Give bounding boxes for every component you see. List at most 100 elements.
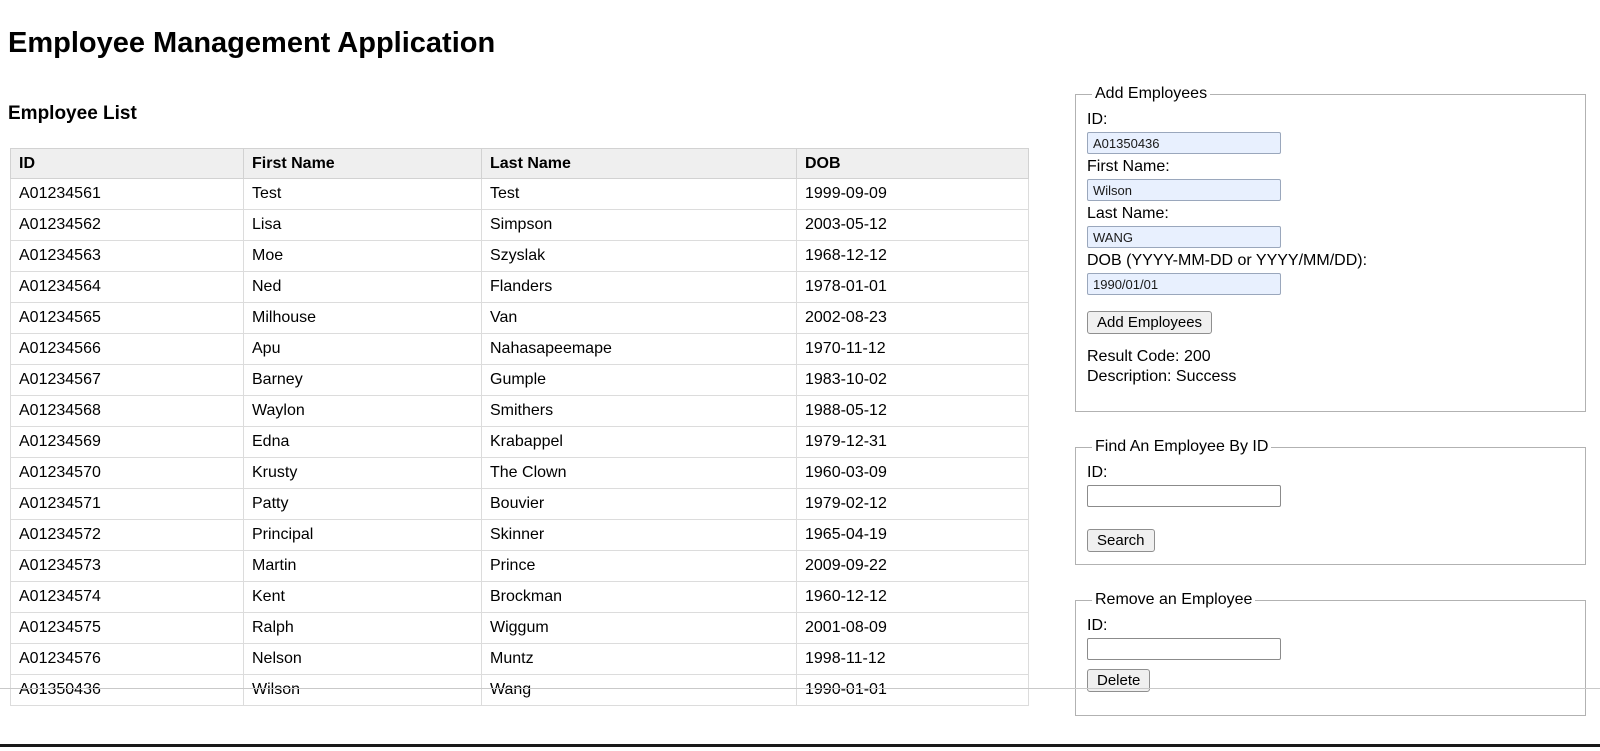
add-id-input[interactable] — [1087, 132, 1281, 154]
table-cell: Brockman — [481, 581, 797, 613]
table-cell: Muntz — [481, 643, 797, 675]
column-header: DOB — [796, 148, 1029, 179]
table-cell: 1999-09-09 — [796, 178, 1029, 210]
table-cell: Test — [481, 178, 797, 210]
table-row: A01234575 Ralph Wiggum 2001-08-09 — [10, 612, 1029, 644]
table-cell: Test — [243, 178, 482, 210]
remove-id-input[interactable] — [1087, 638, 1281, 660]
table-row: A01234561 Test Test 1999-09-09 — [10, 178, 1029, 210]
table-cell: A01234571 — [10, 488, 244, 520]
table-cell: A01234568 — [10, 395, 244, 427]
table-cell: 1960-03-09 — [796, 457, 1029, 489]
add-first-name-input[interactable] — [1087, 179, 1281, 201]
table-cell: 1965-04-19 — [796, 519, 1029, 551]
table-cell: Wang — [481, 674, 797, 706]
table-cell: 1983-10-02 — [796, 364, 1029, 396]
table-cell: A01234573 — [10, 550, 244, 582]
add-last-name-input[interactable] — [1087, 226, 1281, 248]
add-employees-legend: Add Employees — [1095, 85, 1208, 102]
table-cell: Gumple — [481, 364, 797, 396]
table-row: A01234565 Milhouse Van 2002-08-23 — [10, 302, 1029, 334]
table-cell: Apu — [243, 333, 482, 365]
table-cell: Prince — [481, 550, 797, 582]
add-id-field-group: ID: — [1087, 110, 1574, 154]
table-cell: Wilson — [243, 674, 482, 706]
table-cell: 2002-08-23 — [796, 302, 1029, 334]
employee-list-heading: Employee List — [8, 103, 137, 124]
table-cell: A01350436 — [10, 674, 244, 706]
table-row: A01350436 Wilson Wang 1990-01-01 — [10, 674, 1029, 706]
table-cell: Bouvier — [481, 488, 797, 520]
table-row: A01234571 Patty Bouvier 1979-02-12 — [10, 488, 1029, 520]
table-cell: A01234564 — [10, 271, 244, 303]
add-result-block: Result Code: 200 Description: Success — [1087, 347, 1574, 387]
add-id-label: ID: — [1087, 111, 1108, 128]
table-row: A01234567 Barney Gumple 1983-10-02 — [10, 364, 1029, 396]
add-first-name-field-group: First Name: — [1087, 157, 1574, 201]
table-cell: Van — [481, 302, 797, 334]
window-bottom-edge — [0, 744, 1600, 747]
column-header: Last Name — [481, 148, 797, 179]
table-cell: Szyslak — [481, 240, 797, 272]
add-employees-button[interactable]: Add Employees — [1087, 311, 1213, 334]
remove-id-label: ID: — [1087, 617, 1108, 634]
table-cell: A01234572 — [10, 519, 244, 551]
delete-button[interactable]: Delete — [1087, 669, 1151, 692]
table-cell: 1998-11-12 — [796, 643, 1029, 675]
column-header: ID — [10, 148, 244, 179]
add-last-name-field-group: Last Name: — [1087, 204, 1574, 248]
table-cell: Waylon — [243, 395, 482, 427]
table-cell: A01234563 — [10, 240, 244, 272]
table-cell: 1968-12-12 — [796, 240, 1029, 272]
table-header-row: ID First Name Last Name DOB — [10, 148, 1029, 179]
table-cell: A01234561 — [10, 178, 244, 210]
find-id-label: ID: — [1087, 464, 1108, 481]
table-cell: 2009-09-22 — [796, 550, 1029, 582]
table-cell: 1979-02-12 — [796, 488, 1029, 520]
table-row: A01234574 Kent Brockman 1960-12-12 — [10, 581, 1029, 613]
table-cell: Skinner — [481, 519, 797, 551]
table-cell: 2003-05-12 — [796, 209, 1029, 241]
table-cell: Kent — [243, 581, 482, 613]
table-cell: Lisa — [243, 209, 482, 241]
remove-employee-panel: Remove an Employee ID: Delete — [1075, 591, 1586, 716]
add-dob-label: DOB (YYYY-MM-DD or YYYY/MM/DD): — [1087, 252, 1368, 269]
table-cell: A01234565 — [10, 302, 244, 334]
employee-table: ID First Name Last Name DOB A01234561 Test Te… — [10, 148, 1029, 706]
page-title: Employee Management Application — [8, 27, 496, 59]
add-employees-panel: Add Employees ID: First Name: Last Name:… — [1075, 85, 1586, 412]
table-cell: 1960-12-12 — [796, 581, 1029, 613]
table-cell: A01234575 — [10, 612, 244, 644]
app-window: Employee Management Application Employee… — [0, 0, 1600, 751]
table-cell: 1978-01-01 — [796, 271, 1029, 303]
table-cell: Martin — [243, 550, 482, 582]
result-code-text: Result Code: 200 — [1087, 348, 1211, 365]
table-cell: Nahasapeemape — [481, 333, 797, 365]
table-cell: 1988-05-12 — [796, 395, 1029, 427]
table-cell: Principal — [243, 519, 482, 551]
find-employee-panel: Find An Employee By ID ID: Search — [1075, 438, 1586, 565]
table-cell: 1970-11-12 — [796, 333, 1029, 365]
table-cell: A01234570 — [10, 457, 244, 489]
table-row: A01234572 Principal Skinner 1965-04-19 — [10, 519, 1029, 551]
table-cell: Ralph — [243, 612, 482, 644]
column-header: First Name — [243, 148, 482, 179]
table-cell: A01234566 — [10, 333, 244, 365]
table-row: A01234570 Krusty The Clown 1960-03-09 — [10, 457, 1029, 489]
find-id-input[interactable] — [1087, 485, 1281, 507]
table-cell: Milhouse — [243, 302, 482, 334]
add-dob-input[interactable] — [1087, 273, 1281, 295]
table-cell: Flanders — [481, 271, 797, 303]
table-row: A01234569 Edna Krabappel 1979-12-31 — [10, 426, 1029, 458]
table-cell: Smithers — [481, 395, 797, 427]
table-row: A01234568 Waylon Smithers 1988-05-12 — [10, 395, 1029, 427]
table-cell: Edna — [243, 426, 482, 458]
search-button[interactable]: Search — [1087, 529, 1155, 552]
table-cell: A01234562 — [10, 209, 244, 241]
table-row: A01234573 Martin Prince 2009-09-22 — [10, 550, 1029, 582]
table-cell: A01234569 — [10, 426, 244, 458]
table-cell: The Clown — [481, 457, 797, 489]
remove-id-field-group: ID: — [1087, 616, 1574, 660]
find-employee-legend: Find An Employee By ID — [1095, 438, 1269, 455]
table-cell: A01234574 — [10, 581, 244, 613]
